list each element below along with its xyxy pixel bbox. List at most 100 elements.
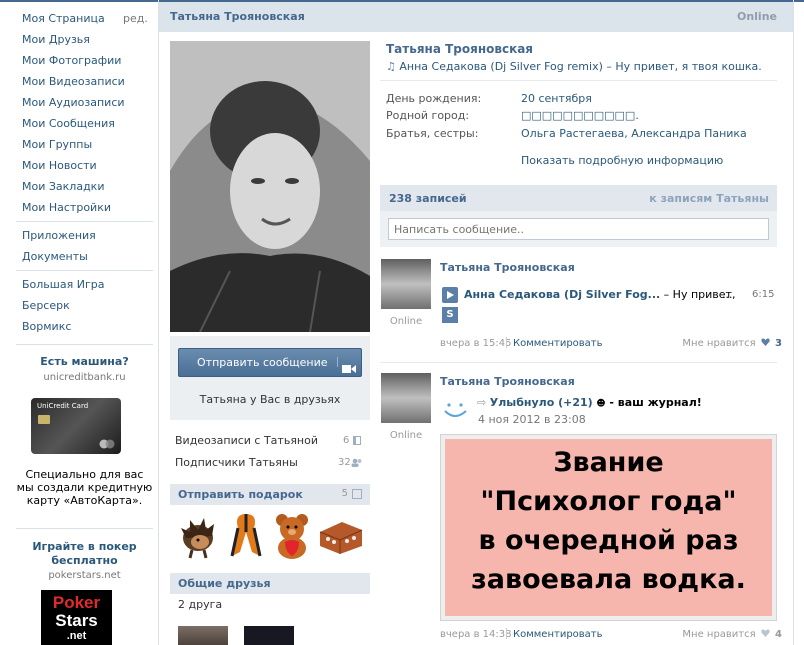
comment-link[interactable]: Комментировать — [513, 629, 603, 640]
followers-count: 32 — [338, 457, 351, 468]
image-line: завоевала водка. — [471, 564, 746, 595]
like-count: 4 — [775, 629, 782, 640]
wall-post-input[interactable] — [388, 218, 769, 240]
share-arrow-icon: ⇨ — [477, 396, 487, 409]
card-brand-text: UniCredit Card — [37, 402, 89, 410]
post-author-avatar[interactable] — [381, 259, 431, 309]
logo-line: Poker — [52, 593, 101, 612]
ad-title[interactable]: Играйте в покер бесплатно — [16, 540, 153, 568]
ad-pokerstars-logo[interactable]: Poker Stars .net — [41, 590, 112, 645]
app-name: Улыбнуло (+21) — [489, 396, 593, 409]
gift-box-header[interactable]: Отправить подарок 5 — [170, 484, 370, 505]
nav-my-photos[interactable]: Мои Фотографии — [22, 54, 121, 67]
nav-divider — [16, 344, 153, 345]
videos-with-link[interactable]: Видеозаписи с Татьяной — [175, 434, 318, 447]
followers-link[interactable]: Подписчики Татьяны — [175, 456, 298, 469]
nav-my-bookmarks[interactable]: Мои Закладки — [22, 180, 104, 193]
ad-text[interactable]: Специально для вас мы создали кредитную … — [16, 468, 153, 507]
post-author-avatar[interactable] — [381, 373, 431, 423]
hometown-label: Родной город: — [386, 109, 470, 122]
audio-ellipsis: ... — [722, 288, 733, 301]
app-post-line[interactable]: ⇨ Улыбнуло (+21) ☻ - ваш журнал! — [477, 396, 702, 409]
post-image[interactable]: Звание "Психолог года" в очередной раз з… — [440, 434, 777, 621]
audio-artist: Анна Седакова (Dj Silver Fog... — [464, 288, 661, 301]
nav-my-videos[interactable]: Мои Видеозаписи — [22, 75, 125, 88]
wall-post-count[interactable]: 238 записей — [389, 192, 467, 205]
mutual-friend-avatar[interactable] — [178, 626, 228, 645]
ad-domain[interactable]: unicreditbank.ru — [16, 372, 153, 383]
followers-icon — [351, 457, 362, 470]
birthday-value[interactable]: 20 сентября — [521, 92, 592, 105]
profile-header-bar: Татьяна Трояновская Online — [159, 2, 793, 32]
left-navigation: Моя Страница ред. Мои Друзья Мои Фотогра… — [0, 0, 160, 645]
wall-header: 238 записей к записям Татьяны — [380, 185, 777, 211]
like-button[interactable]: Мне нравится 3 — [682, 338, 782, 349]
videos-count: 6 — [343, 435, 350, 446]
ad-title[interactable]: Есть машина? — [16, 355, 153, 368]
siblings-label: Братья, сестры: — [386, 127, 479, 140]
gift-ribbon-icon[interactable] — [228, 510, 264, 563]
logo-line: Stars — [55, 611, 98, 630]
ad-domain[interactable]: pokerstars.net — [16, 570, 153, 581]
like-label: Мне нравится — [682, 629, 756, 640]
s-badge-icon[interactable]: S — [442, 307, 458, 323]
mutual-friends-title: Общие друзья — [178, 577, 271, 590]
nav-my-messages[interactable]: Мои Сообщения — [22, 117, 115, 130]
gift-brick-icon[interactable] — [318, 516, 364, 559]
nav-edit-link[interactable]: ред. — [123, 12, 148, 25]
app-bullet-icon: ☻ — [596, 399, 606, 409]
gift-teddy-bear-icon[interactable] — [273, 512, 311, 563]
video-icon — [353, 436, 361, 445]
video-call-icon[interactable] — [337, 357, 356, 373]
gift-hedgehog-icon[interactable] — [178, 510, 218, 563]
to-wall-link[interactable]: к записям Татьяны — [649, 192, 769, 205]
nav-divider — [16, 221, 153, 222]
post-date[interactable]: вчера в 15:45 — [440, 338, 512, 349]
post-meta-divider — [506, 337, 507, 348]
column-divider — [793, 0, 794, 645]
ad-credit-card-image[interactable]: UniCredit Card — [31, 398, 121, 454]
music-note-icon: ♫ — [386, 60, 396, 73]
gift-icon — [352, 489, 362, 499]
nav-my-page[interactable]: Моя Страница — [22, 12, 105, 25]
post-author-name[interactable]: Татьяна Трояновская — [440, 261, 575, 274]
image-line: Звание — [553, 447, 664, 478]
nav-my-audio[interactable]: Мои Аудиозаписи — [22, 96, 125, 109]
profile-photo[interactable] — [170, 41, 370, 332]
nav-game-big[interactable]: Большая Игра — [22, 278, 104, 291]
post-date[interactable]: вчера в 14:38 — [440, 629, 512, 640]
online-status: Online — [736, 10, 777, 23]
profile-status[interactable]: ♫ Анна Седакова (Dj Silver Fog remix) – … — [386, 60, 762, 73]
play-audio-icon[interactable] — [442, 287, 458, 303]
mutual-friends-header[interactable]: Общие друзья — [170, 573, 370, 594]
profile-name: Татьяна Трояновская — [386, 42, 534, 56]
gift-count: 5 — [341, 488, 348, 499]
image-line: "Психолог года" — [480, 486, 737, 517]
hometown-value[interactable]: □□□□□□□□□□□. — [521, 109, 639, 122]
siblings-value[interactable]: Ольга Растегаева, Александра Паника — [521, 127, 747, 140]
app-smile-icon[interactable] — [441, 394, 471, 427]
app-caption: - ваш журнал! — [605, 396, 702, 409]
nav-apps[interactable]: Приложения — [22, 229, 96, 242]
send-message-button[interactable]: Отправить сообщение — [178, 348, 362, 377]
mutual-friends-count[interactable]: 2 друга — [178, 598, 222, 611]
nav-game-wormix[interactable]: Вормикс — [22, 320, 71, 333]
show-more-info-link[interactable]: Показать подробную информацию — [521, 154, 723, 167]
audio-duration: 6:15 — [752, 289, 775, 300]
nav-my-groups[interactable]: Мои Группы — [22, 138, 92, 151]
like-button[interactable]: Мне нравится 4 — [682, 629, 782, 640]
mutual-friend-avatar[interactable] — [244, 626, 294, 645]
card-logo-icon — [99, 439, 115, 449]
info-divider — [380, 80, 777, 81]
comment-link[interactable]: Комментировать — [513, 338, 603, 349]
nav-documents[interactable]: Документы — [22, 250, 88, 263]
audio-track[interactable]: Анна Седакова (Dj Silver Fog... – Ну при… — [464, 288, 735, 301]
nav-game-berserk[interactable]: Берсерк — [22, 299, 70, 312]
gift-box-title: Отправить подарок — [178, 488, 303, 501]
header-name[interactable]: Татьяна Трояновская — [170, 10, 305, 23]
like-count: 3 — [775, 338, 782, 349]
nav-my-friends[interactable]: Мои Друзья — [22, 33, 90, 46]
nav-my-news[interactable]: Мои Новости — [22, 159, 97, 172]
post-author-name[interactable]: Татьяна Трояновская — [440, 375, 575, 388]
nav-my-settings[interactable]: Мои Настройки — [22, 201, 111, 214]
